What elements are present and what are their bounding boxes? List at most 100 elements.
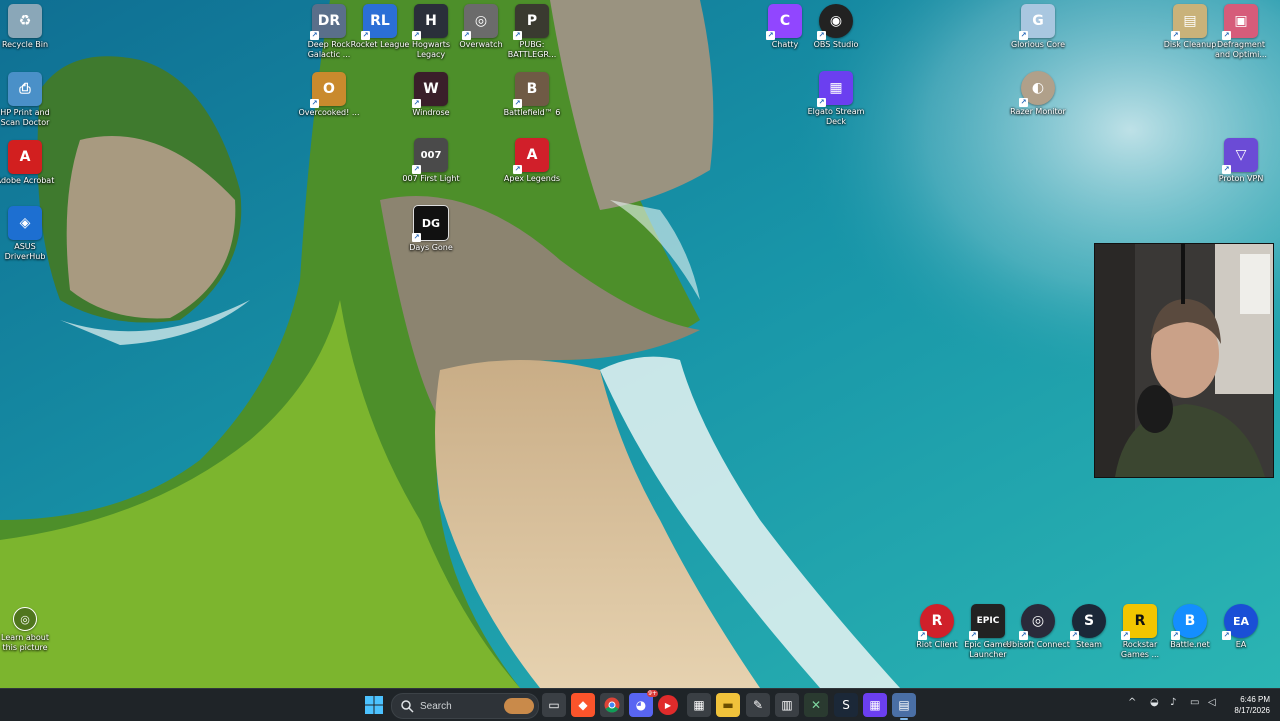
- desktop-icon-label: Elgato Stream Deck: [807, 107, 865, 126]
- learn-about-picture[interactable]: ◎ Learn about this picture: [0, 607, 57, 653]
- riot-glyph: R: [931, 613, 943, 629]
- desktop-icon-proton-vpn[interactable]: ▽ ↗ Proton VPN: [1209, 138, 1273, 184]
- rockstar-glyph: R: [1134, 613, 1146, 629]
- volume-tray-icon[interactable]: ◁: [1208, 697, 1216, 708]
- excel-icon[interactable]: ✕: [804, 693, 828, 717]
- calculator-icon[interactable]: ▥: [775, 693, 799, 717]
- ea-glyph: EA: [1232, 614, 1250, 628]
- defrag-glyph: ▣: [1234, 13, 1248, 29]
- desktop-icon-defragment[interactable]: ▣ ↗ Defragment and Optimi...: [1209, 4, 1273, 60]
- microphone-tray-icon[interactable]: ♪: [1170, 697, 1176, 708]
- chrome-icon[interactable]: [600, 693, 624, 717]
- desktop-icon-hp-print[interactable]: ⎙ HP Print and Scan Doctor: [0, 72, 57, 128]
- ea-icon: EA ↗: [1222, 604, 1258, 640]
- desktop-icon-recycle-bin[interactable]: ♻ Recycle Bin: [0, 4, 57, 50]
- desktop-icon-overcooked[interactable]: O ↗ Overcooked! ...: [297, 72, 361, 118]
- disk-cleanup-icon: ▤ ↗: [1171, 4, 1207, 40]
- windrose-glyph: W: [423, 81, 439, 97]
- hogwarts-icon: H ↗: [412, 4, 448, 40]
- file-explorer-icon[interactable]: ▬: [716, 693, 740, 717]
- desktop-icon-label: Days Gone: [409, 243, 453, 252]
- desktop-icon-label: EA: [1235, 640, 1247, 649]
- start-button[interactable]: [362, 693, 386, 717]
- proton-vpn-glyph: ▽: [1235, 147, 1247, 163]
- desktop-icon-label: Apex Legends: [503, 174, 561, 183]
- desktop-icon-pubg[interactable]: P ↗ PUBG: BATTLEGR...: [500, 4, 564, 60]
- desktop-icon-label: Overcooked! ...: [298, 108, 360, 117]
- desktop-icon-battlefield[interactable]: B ↗ Battlefield™ 6: [500, 72, 564, 118]
- shortcut-arrow-icon: ↗: [513, 31, 522, 40]
- steam-taskbar-icon[interactable]: S: [834, 693, 858, 717]
- pubg-icon: P ↗: [513, 4, 549, 40]
- pubg-glyph: P: [526, 13, 538, 29]
- stream-deck-icon: ▦ ↗: [817, 71, 853, 107]
- desktop-icon-days-gone[interactable]: DG ↗ Days Gone: [399, 205, 463, 253]
- desktop-icon-label: Adobe Acrobat: [0, 176, 55, 185]
- store-icon[interactable]: ▦: [687, 693, 711, 717]
- monitor-glyph: ◐: [1031, 80, 1045, 96]
- desktop-icon-label: 007 First Light: [402, 174, 460, 183]
- chrome-logo-icon: [604, 697, 620, 713]
- desktop-icon-adobe-acrobat[interactable]: A Adobe Acrobat: [0, 140, 57, 186]
- display-tray-icon[interactable]: ▭: [1190, 697, 1199, 708]
- desktop-icon-stream-deck[interactable]: ▦ ↗ Elgato Stream Deck: [804, 71, 868, 127]
- discord-icon[interactable]: ◕ 9+: [629, 690, 658, 717]
- obs-icon: ◉ ↗: [817, 4, 853, 40]
- stream-deck-taskbar-icon[interactable]: ▦: [863, 693, 887, 717]
- steam-icon: S ↗: [1070, 604, 1106, 640]
- desktop-icon-label: Recycle Bin: [1, 40, 49, 49]
- windrose-icon: W ↗: [412, 72, 448, 108]
- shortcut-arrow-icon: ↗: [310, 99, 319, 108]
- desktop-icon-label: OBS Studio: [813, 40, 859, 49]
- battlenet-icon: B ↗: [1171, 604, 1207, 640]
- desktop-icon-label: Windrose: [412, 108, 450, 117]
- ubisoft-glyph: ◎: [1031, 613, 1045, 629]
- learn-about-picture-label: Learn about this picture: [1, 633, 49, 652]
- overwatch-glyph: ◎: [474, 13, 488, 29]
- monitor-taskbar-icon[interactable]: ▤: [892, 693, 916, 720]
- days-gone-icon: DG ↗: [412, 205, 449, 242]
- desktop-icon-label: ASUS DriverHub: [4, 242, 46, 261]
- network-tray-icon[interactable]: ◒: [1150, 697, 1159, 708]
- desktop-icon-ea[interactable]: EA ↗ EA: [1209, 604, 1273, 650]
- shortcut-arrow-icon: ↗: [1222, 165, 1231, 174]
- battlefield-icon: B ↗: [513, 72, 549, 108]
- youtube-icon[interactable]: ▶: [658, 695, 678, 715]
- desktop-icon-apex[interactable]: A ↗ Apex Legends: [500, 138, 564, 184]
- taskbar-clock[interactable]: 6:46 PM 8/17/2026: [1234, 694, 1270, 716]
- shortcut-arrow-icon: ↗: [817, 98, 826, 107]
- discord-notification-badge: 9+: [647, 690, 658, 697]
- task-view-icon[interactable]: ▭: [542, 693, 566, 717]
- desktop-icon-label: Battlefield™ 6: [503, 108, 561, 117]
- notes-icon[interactable]: ✎: [746, 693, 770, 717]
- obs-glyph: ◉: [829, 13, 843, 29]
- shortcut-arrow-icon: ↗: [310, 31, 319, 40]
- 007-glyph: 007: [420, 149, 442, 161]
- brave-icon[interactable]: ◆: [571, 693, 595, 717]
- glorious-icon: G ↗: [1019, 4, 1055, 40]
- monitor-icon: ◐ ↗: [1019, 71, 1055, 107]
- taskbar-search-box[interactable]: Search: [391, 693, 539, 719]
- clock-date: 8/17/2026: [1234, 706, 1270, 715]
- shortcut-arrow-icon: ↗: [412, 165, 421, 174]
- show-hidden-icons-chevron[interactable]: ^: [1128, 697, 1136, 708]
- desktop-icon-windrose[interactable]: W ↗ Windrose: [399, 72, 463, 118]
- riot-icon: R ↗: [918, 604, 954, 640]
- days-gone-glyph: DG: [421, 216, 441, 230]
- printer-icon: ⎙: [8, 72, 42, 106]
- shortcut-arrow-icon: ↗: [361, 31, 370, 40]
- desktop-icon-asus-driverhub[interactable]: ◈ ASUS DriverHub: [0, 206, 57, 262]
- shortcut-arrow-icon: ↗: [513, 99, 522, 108]
- deep-rock-icon: DR ↗: [310, 4, 346, 40]
- overcooked-glyph: O: [323, 81, 335, 97]
- search-highlight-icon: [504, 698, 534, 714]
- shortcut-arrow-icon: ↗: [817, 31, 826, 40]
- desktop-icon-007[interactable]: 007 ↗ 007 First Light: [399, 138, 463, 184]
- shortcut-arrow-icon: ↗: [412, 31, 421, 40]
- acrobat-icon: A: [8, 140, 42, 174]
- desktop-icon-monitor[interactable]: ◐ ↗ Razer Monitor: [1006, 71, 1070, 117]
- desktop-icon-obs[interactable]: ◉ ↗ OBS Studio: [804, 4, 868, 50]
- desktop-icon-glorious-core[interactable]: G ↗ Glorious Core: [1006, 4, 1070, 50]
- rocket-league-glyph: RL: [370, 13, 390, 29]
- desktop-wallpaper: [0, 0, 1280, 688]
